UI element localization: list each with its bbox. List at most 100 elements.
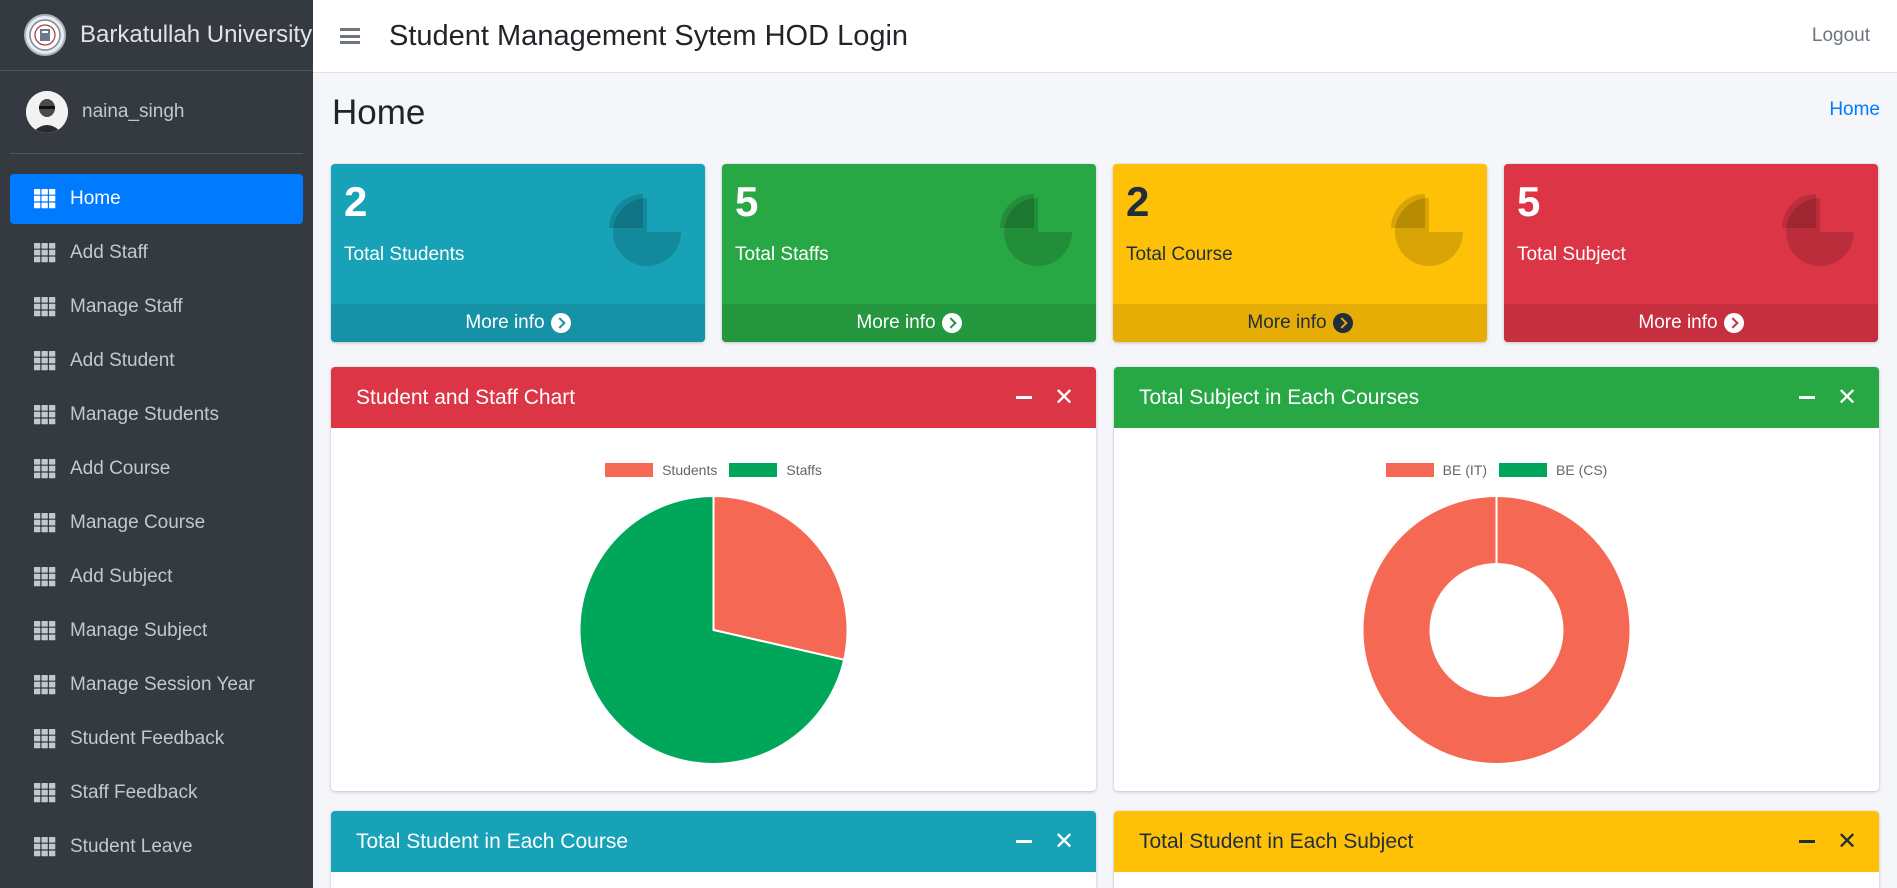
th-grid-icon [34,351,56,371]
main-content: Home Home 2 Total Students More info 5 T… [313,73,1897,888]
card-title: Total Student in Each Course [356,829,628,853]
sidebar-item-label: Home [70,188,121,209]
close-icon: ✕ [1836,383,1858,411]
close-icon: ✕ [1836,827,1858,855]
sidebar-item-student-feedback[interactable]: Student Feedback [10,714,303,764]
sidebar-item-label: Manage Students [70,404,219,425]
sidebar-item-label: Add Course [70,458,171,479]
more-info-link[interactable]: More info [1113,304,1487,342]
sidebar-item-label: Staff Feedback [70,782,198,803]
more-info-label: More info [1638,312,1718,333]
stat-box-total-subject: 5 Total Subject More info [1504,164,1878,342]
sidebar-item-manage-staff[interactable]: Manage Staff [10,282,303,332]
user-panel: naina_singh [10,71,303,154]
app-title: Student Management Sytem HOD Login [389,19,909,52]
th-grid-icon [34,405,56,425]
th-grid-icon [34,837,56,857]
user-name[interactable]: naina_singh [82,101,184,123]
stat-value: 2 [1126,178,1150,225]
breadcrumb-home[interactable]: Home [1829,99,1880,121]
remove-button[interactable]: ✕ [1044,383,1084,413]
sidebar-item-label: Manage Staff [70,296,183,317]
card-title: Total Student in Each Subject [1139,829,1414,853]
card-header: Total Student in Each Subject ✕ [1114,811,1879,872]
topbar: Student Management Sytem HOD Login Logou… [313,0,1897,73]
th-grid-icon [34,243,56,263]
th-grid-icon [34,675,56,695]
sidebar-item-home[interactable]: Home [10,174,303,224]
sidebar-item-manage-session-year[interactable]: Manage Session Year [10,660,303,710]
more-info-link[interactable]: More info [331,304,705,342]
sidebar-item-label: Student Feedback [70,728,225,749]
th-grid-icon [34,189,56,209]
brand-name: Barkatullah University [80,21,313,48]
arrow-circle-right-icon [1332,313,1353,333]
stat-label: Total Course [1126,244,1233,265]
collapse-button[interactable] [1787,827,1827,857]
card-tools: ✕ [1787,367,1867,428]
pie-chart [1361,495,1632,765]
pie-chart-icon [1000,194,1072,266]
collapse-button[interactable] [1004,383,1044,413]
more-info-label: More info [1247,312,1327,333]
sidebar-item-label: Student Leave [70,836,193,857]
university-logo [24,14,66,56]
stat-value: 5 [1517,178,1541,225]
collapse-button[interactable] [1004,827,1044,857]
brand-link[interactable]: Barkatullah University [0,0,313,71]
minus-icon [1016,396,1032,399]
sidebar-item-staff-feedback[interactable]: Staff Feedback [10,768,303,818]
stat-box-total-students: 2 Total Students More info [331,164,705,342]
sidebar-item-manage-subject[interactable]: Manage Subject [10,606,303,656]
sidebar-item-manage-course[interactable]: Manage Course [10,498,303,548]
sidebar-item-manage-students[interactable]: Manage Students [10,390,303,440]
th-grid-icon [34,621,56,641]
arrow-circle-right-icon [941,313,962,333]
remove-button[interactable]: ✕ [1827,383,1867,413]
minus-icon [1799,396,1815,399]
card-tools: ✕ [1004,367,1084,428]
sidebar-item-add-student[interactable]: Add Student [10,336,303,386]
sidebar-item-student-leave[interactable]: Student Leave [10,822,303,872]
collapse-button[interactable] [1787,383,1827,413]
th-grid-icon [34,513,56,533]
minus-icon [1799,840,1815,843]
card-tools: ✕ [1787,811,1867,872]
remove-button[interactable]: ✕ [1044,827,1084,857]
sidebar-item-add-subject[interactable]: Add Subject [10,552,303,602]
card-total-student-in-each-course: Total Student in Each Course ✕ [331,811,1096,888]
card-total-student-in-each-subject: Total Student in Each Subject ✕ [1114,811,1879,888]
avatar[interactable] [26,91,68,133]
pie-chart [578,494,849,765]
stat-value: 5 [735,178,759,225]
doughnut-hole [1429,563,1564,697]
stat-label: Total Staffs [735,244,829,265]
arrow-circle-right-icon [550,313,571,333]
pie-chart-icon [1782,194,1854,266]
card-header: Total Subject in Each Courses ✕ [1114,367,1879,428]
pie-chart-icon [609,194,681,266]
card-header: Student and Staff Chart ✕ [331,367,1096,428]
th-grid-icon [34,297,56,317]
card-total-subject-in-each-courses: Total Subject in Each Courses ✕ BE (IT) … [1114,367,1879,791]
card-title: Student and Staff Chart [356,385,576,409]
pie-chart-icon [1391,194,1463,266]
card-body: Students Staffs [331,428,1096,791]
card-title: Total Subject in Each Courses [1139,385,1420,409]
sidebar-item-add-staff[interactable]: Add Staff [10,228,303,278]
card-body [331,872,1096,888]
th-grid-icon [34,783,56,803]
stat-label: Total Subject [1517,244,1626,265]
stat-label: Total Students [344,244,465,265]
stat-box-total-staffs: 5 Total Staffs More info [722,164,1096,342]
card-body [1114,872,1879,888]
sidebar-item-add-course[interactable]: Add Course [10,444,303,494]
card-student-and-staff-chart: Student and Staff Chart ✕ Students Staff… [331,367,1096,791]
more-info-link[interactable]: More info [722,304,1096,342]
menu-toggle-icon[interactable] [340,28,360,44]
stat-box-total-course: 2 Total Course More info [1113,164,1487,342]
remove-button[interactable]: ✕ [1827,827,1867,857]
card-header: Total Student in Each Course ✕ [331,811,1096,872]
logout-link[interactable]: Logout [1812,25,1870,47]
more-info-link[interactable]: More info [1504,304,1878,342]
